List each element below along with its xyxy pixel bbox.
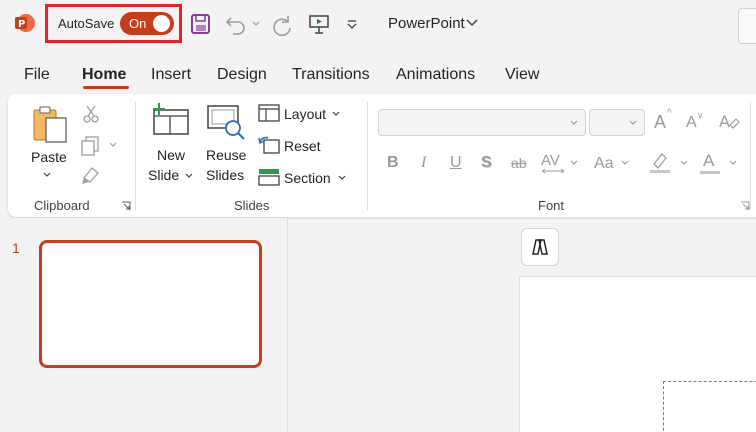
font-group-label: Font xyxy=(538,198,565,213)
reset-label[interactable]: Reset xyxy=(284,138,321,154)
save-icon[interactable] xyxy=(190,12,212,36)
toggle-knob xyxy=(153,15,170,32)
paste-dropdown-icon[interactable] xyxy=(42,170,52,180)
reuse-slides-label-1[interactable]: Reuse xyxy=(206,147,246,163)
spacing-arrow-icon xyxy=(541,168,565,174)
grow-font-button[interactable]: A xyxy=(654,112,666,133)
tab-transitions[interactable]: Transitions xyxy=(292,66,370,84)
svg-text:A: A xyxy=(719,112,730,131)
reuse-slides-icon[interactable] xyxy=(206,104,246,140)
shrink-font-button[interactable]: A xyxy=(686,114,697,132)
slide-thumbnail[interactable] xyxy=(39,240,262,368)
autosave-state: On xyxy=(129,16,147,31)
tab-insert[interactable]: Insert xyxy=(151,66,191,84)
highlight-icon[interactable] xyxy=(648,150,672,174)
undo-icon[interactable] xyxy=(224,12,248,36)
font-color-bar xyxy=(700,171,720,174)
pane-separator[interactable] xyxy=(287,218,288,432)
ribbon-separator xyxy=(367,102,368,210)
content-placeholder[interactable] xyxy=(663,381,756,432)
font-color-dropdown-icon[interactable] xyxy=(728,158,738,168)
search-box[interactable] xyxy=(738,8,756,44)
paste-label[interactable]: Paste xyxy=(31,149,67,165)
svg-text:P: P xyxy=(18,19,25,30)
case-dropdown-icon[interactable] xyxy=(620,158,630,168)
chevron-down-icon[interactable] xyxy=(628,118,638,128)
font-color-button[interactable]: A xyxy=(703,151,714,171)
autosave-toggle[interactable]: On xyxy=(120,12,174,35)
chevron-down-icon[interactable] xyxy=(569,118,579,128)
section-label[interactable]: Section xyxy=(284,170,331,186)
ribbon-separator xyxy=(135,102,136,210)
copilot-button[interactable] xyxy=(521,228,559,266)
format-painter-icon[interactable] xyxy=(80,164,102,186)
clipboard-group-label: Clipboard xyxy=(34,198,90,213)
highlight-dropdown-icon[interactable] xyxy=(679,158,689,168)
new-slide-icon[interactable] xyxy=(150,102,192,138)
active-tab-indicator xyxy=(83,86,129,89)
clipboard-launcher-icon[interactable] xyxy=(121,201,131,211)
italic-button[interactable]: I xyxy=(421,154,426,172)
change-case-button[interactable]: Aa xyxy=(594,155,614,173)
slide-number: 1 xyxy=(12,240,20,256)
spacing-dropdown-icon[interactable] xyxy=(569,158,579,168)
document-title[interactable]: PowerPoint xyxy=(388,15,465,32)
copy-icon[interactable] xyxy=(80,135,102,157)
powerpoint-logo-icon: P xyxy=(15,14,35,32)
customize-toolbar-icon[interactable] xyxy=(345,12,359,36)
autosave-label: AutoSave xyxy=(58,16,115,31)
cut-icon[interactable] xyxy=(82,104,100,124)
new-slide-label-1[interactable]: New xyxy=(157,147,185,163)
tab-view[interactable]: View xyxy=(505,66,539,84)
tab-home[interactable]: Home xyxy=(82,66,126,84)
ribbon-separator xyxy=(750,102,751,210)
undo-dropdown-icon[interactable] xyxy=(251,12,261,36)
section-icon[interactable] xyxy=(258,168,280,186)
paste-icon[interactable] xyxy=(32,104,70,146)
slides-group-label: Slides xyxy=(234,198,270,213)
shrink-font-caret-icon: v xyxy=(698,110,703,120)
font-launcher-icon[interactable] xyxy=(740,201,750,211)
tab-animations[interactable]: Animations xyxy=(396,66,475,84)
tab-file[interactable]: File xyxy=(24,66,50,84)
redo-icon[interactable] xyxy=(270,12,294,36)
layout-icon[interactable] xyxy=(258,104,280,122)
bold-button[interactable]: B xyxy=(387,154,399,172)
copilot-icon xyxy=(532,239,548,255)
font-name-combo[interactable] xyxy=(378,109,586,136)
layout-label[interactable]: Layout xyxy=(284,106,326,122)
layout-dropdown-icon[interactable] xyxy=(331,109,341,119)
text-shadow-button[interactable]: S xyxy=(481,154,492,172)
new-slide-label-2[interactable]: Slide xyxy=(148,167,179,183)
strikethrough-button[interactable]: ab xyxy=(511,155,527,171)
copy-dropdown-icon[interactable] xyxy=(108,140,118,150)
reuse-slides-label-2[interactable]: Slides xyxy=(206,167,244,183)
present-icon[interactable] xyxy=(307,12,331,36)
clear-formatting-icon[interactable]: A xyxy=(718,111,740,133)
chevron-down-icon[interactable] xyxy=(466,18,478,28)
reset-icon[interactable] xyxy=(258,136,280,154)
character-spacing-button[interactable]: AV xyxy=(541,152,560,169)
title-bar: P AutoSave On PowerPoint xyxy=(0,0,756,48)
tab-design[interactable]: Design xyxy=(217,66,267,84)
font-size-combo[interactable] xyxy=(589,109,645,136)
section-dropdown-icon[interactable] xyxy=(337,173,347,183)
grow-font-caret-icon: ^ xyxy=(667,108,672,119)
underline-button[interactable]: U xyxy=(450,154,462,172)
new-slide-dropdown-icon[interactable] xyxy=(184,171,194,181)
